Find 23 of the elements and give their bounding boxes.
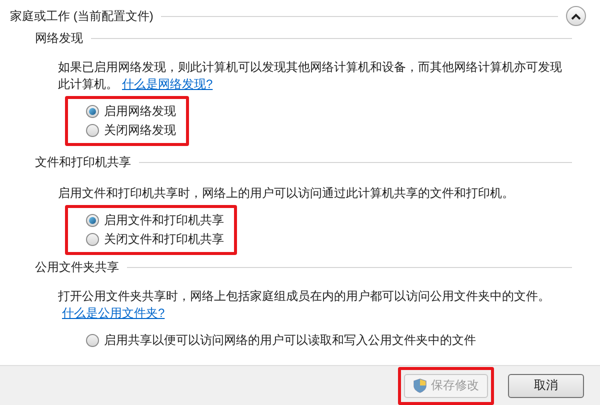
section-title: 家庭或工作 (当前配置文件) [10,8,154,24]
group-heading: 网络发现 [35,30,83,47]
description-text: 打开公用文件夹共享时，网络上包括家庭组成员在内的用户都可以访问公用文件夹中的文件。 什么是公用文件夹? [58,288,551,322]
radio-button[interactable] [86,233,99,246]
radio-button[interactable] [86,105,99,118]
radio-label: 关闭文件和打印机共享 [104,231,224,248]
shield-icon [413,378,427,393]
footer-button[interactable]: 取消 [508,374,584,398]
radio-label: 关闭网络发现 [104,122,176,139]
description-text: 启用文件和打印机共享时，网络上的用户可以访问通过此计算机共享的文件和打印机。 [58,185,515,202]
radio-button[interactable] [86,334,99,347]
radio-label: 启用网络发现 [104,103,176,120]
radio-label: 启用共享以便可以访问网络的用户可以读取和写入公用文件夹中的文件 [104,332,476,349]
radio-button[interactable] [86,214,99,227]
group-heading: 文件和打印机共享 [35,154,131,171]
chevron-up-icon [571,12,581,20]
help-link[interactable]: 什么是网络发现? [122,77,213,91]
radio-label: 启用文件和打印机共享 [104,212,224,229]
radio-button[interactable] [86,124,99,137]
help-link[interactable]: 什么是公用文件夹? [62,306,165,320]
description-text: 如果已启用网络发现，则此计算机可以发现其他网络计算机和设备，而其他网络计算机亦可发现此计算机。 什么是网络发现? [58,59,563,93]
group-heading: 公用文件夹共享 [35,259,119,276]
collapse-button[interactable] [566,6,586,26]
